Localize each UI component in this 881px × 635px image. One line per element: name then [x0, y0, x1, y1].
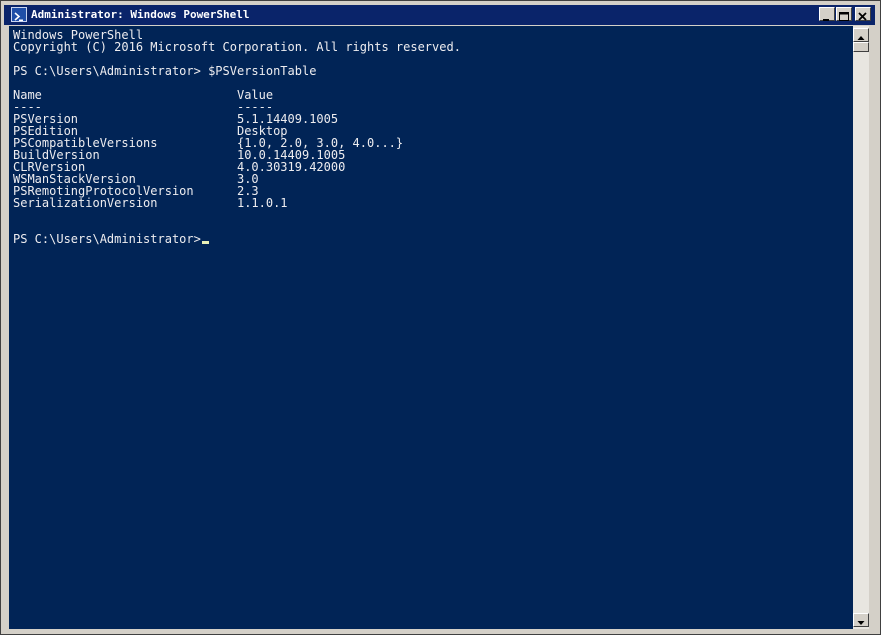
- text-cursor: [202, 241, 209, 244]
- arrow-down-icon: [857, 621, 865, 625]
- prompt-line: PS C:\Users\Administrator>: [13, 232, 209, 246]
- maximize-button[interactable]: [836, 7, 852, 21]
- console-line: SerializationVersion 1.1.0.1: [13, 196, 288, 210]
- close-button[interactable]: [855, 7, 871, 21]
- scroll-down-button[interactable]: [853, 613, 869, 627]
- window-title: Administrator: Windows PowerShell: [31, 8, 250, 21]
- powershell-window: Administrator: Windows PowerShell Window…: [0, 0, 881, 635]
- vertical-scrollbar[interactable]: [853, 26, 869, 629]
- console-line: Copyright (C) 2016 Microsoft Corporation…: [13, 40, 461, 54]
- minimize-button[interactable]: [819, 7, 835, 21]
- console-output[interactable]: Windows PowerShell Copyright (C) 2016 Mi…: [9, 26, 853, 629]
- powershell-icon[interactable]: [11, 7, 27, 22]
- scroll-thumb[interactable]: [853, 42, 869, 52]
- console-line: PS C:\Users\Administrator> $PSVersionTab…: [13, 64, 317, 78]
- title-bar[interactable]: Administrator: Windows PowerShell: [4, 5, 875, 25]
- minimize-icon: [823, 19, 829, 21]
- maximize-icon: [839, 12, 849, 21]
- scroll-up-button[interactable]: [853, 28, 869, 42]
- close-icon: [858, 12, 867, 21]
